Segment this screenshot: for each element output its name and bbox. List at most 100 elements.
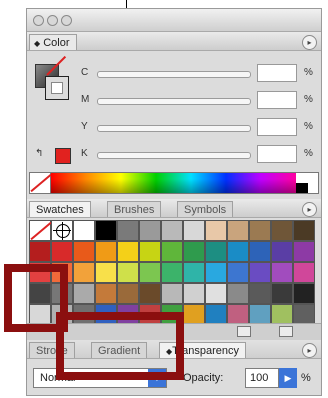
tab-color[interactable]: ◆ Color	[29, 34, 77, 50]
swatch-cell[interactable]	[205, 283, 227, 304]
channel-slider[interactable]	[97, 71, 251, 78]
channel-label: Y	[81, 121, 88, 132]
swatch-cell[interactable]	[139, 283, 161, 304]
channel-value-field[interactable]	[257, 118, 297, 136]
swatch-cell[interactable]	[205, 241, 227, 262]
none-color-button[interactable]	[30, 173, 51, 193]
swatch-cell[interactable]	[51, 241, 73, 262]
swatch-cell[interactable]	[293, 241, 315, 262]
swatch-cell[interactable]	[249, 262, 271, 283]
channel-label: K	[81, 148, 88, 159]
swatch-cell[interactable]	[271, 220, 293, 241]
swatch-cell[interactable]	[205, 304, 227, 325]
swatch-cell[interactable]	[29, 220, 52, 241]
swatch-cell[interactable]	[95, 262, 117, 283]
tab-toggle-icon: ◆	[34, 39, 41, 48]
tab-brushes[interactable]: Brushes	[107, 201, 162, 217]
swatch-cell[interactable]	[161, 283, 183, 304]
swatch-cell[interactable]	[293, 262, 315, 283]
swatch-cell[interactable]	[73, 262, 95, 283]
swatch-cell[interactable]	[73, 283, 95, 304]
swatch-cell[interactable]	[227, 304, 249, 325]
swatch-cell[interactable]	[183, 220, 205, 241]
tab-color-label: Color	[43, 37, 70, 49]
out-of-gamut-warning-icon[interactable]: ↰	[35, 148, 51, 164]
swatch-cell[interactable]	[139, 220, 161, 241]
swatch-cell[interactable]	[29, 241, 51, 262]
close-button[interactable]	[33, 15, 44, 26]
tab-swatches[interactable]: Swatches	[29, 201, 91, 217]
opacity-label: Opacity:	[183, 372, 224, 384]
channel-row-k: K %	[27, 145, 321, 165]
swatch-cell[interactable]	[117, 220, 139, 241]
zoom-button[interactable]	[61, 15, 72, 26]
window-titlebar[interactable]	[27, 9, 321, 32]
white-color-button[interactable]	[296, 173, 308, 183]
channel-value-field[interactable]	[257, 145, 297, 163]
out-of-gamut-color-swatch[interactable]	[55, 148, 71, 164]
channel-label: M	[81, 94, 90, 105]
swatch-cell[interactable]	[139, 241, 161, 262]
channel-value-field[interactable]	[257, 64, 297, 82]
swatch-cell[interactable]	[95, 220, 117, 241]
swatch-cell[interactable]	[117, 262, 139, 283]
channel-row-y: Y %	[27, 118, 321, 138]
swatch-cell[interactable]	[249, 283, 271, 304]
tab-symbols[interactable]: Symbols	[177, 201, 234, 217]
swatch-cell[interactable]	[183, 283, 205, 304]
black-color-button[interactable]	[296, 183, 308, 193]
channel-value-field[interactable]	[257, 91, 297, 109]
swatch-cell[interactable]	[249, 220, 271, 241]
color-panel: ◆ Color ▸ C % M % Y % K % ↰	[27, 32, 321, 198]
swatch-cell[interactable]	[271, 304, 293, 325]
swatch-cell[interactable]	[161, 220, 183, 241]
swatch-cell[interactable]	[227, 262, 249, 283]
delete-swatch-icon[interactable]	[279, 326, 293, 337]
color-spectrum-bar[interactable]	[29, 172, 319, 194]
swatch-cell[interactable]	[271, 283, 293, 304]
transparency-panel-menu-button[interactable]: ▸	[302, 343, 317, 358]
swatch-cell[interactable]	[161, 241, 183, 262]
swatch-cell[interactable]	[227, 241, 249, 262]
swatch-cell[interactable]	[205, 220, 227, 241]
channel-unit: %	[304, 67, 313, 78]
swatch-cell[interactable]	[139, 262, 161, 283]
swatch-cell[interactable]	[161, 262, 183, 283]
swatch-cell[interactable]	[73, 241, 95, 262]
color-tabrow: ◆ Color ▸	[27, 32, 321, 51]
swatch-cell[interactable]	[271, 262, 293, 283]
swatch-cell[interactable]	[73, 220, 95, 241]
swatch-cell[interactable]	[183, 241, 205, 262]
color-panel-menu-button[interactable]: ▸	[302, 35, 317, 50]
swatch-cell[interactable]	[183, 262, 205, 283]
swatch-cell[interactable]	[293, 220, 315, 241]
channel-row-m: M %	[27, 91, 321, 111]
channel-label: C	[81, 67, 89, 78]
swatch-cell[interactable]	[205, 262, 227, 283]
swatch-cell[interactable]	[227, 220, 249, 241]
swatch-cell[interactable]	[249, 304, 271, 325]
channel-slider[interactable]	[97, 98, 251, 105]
swatch-cell[interactable]	[117, 283, 139, 304]
channel-unit: %	[304, 148, 313, 159]
opacity-arrow-icon[interactable]: ▶	[279, 368, 297, 388]
swatch-cell[interactable]	[51, 220, 73, 241]
swatch-cell[interactable]	[227, 283, 249, 304]
swatch-cell[interactable]	[271, 241, 293, 262]
swatch-cell[interactable]	[117, 241, 139, 262]
swatches-panel-menu-button[interactable]: ▸	[302, 202, 317, 217]
swatch-cell[interactable]	[293, 283, 315, 304]
channel-row-c: C %	[27, 64, 321, 84]
swatches-tabrow: Swatches Brushes Symbols ▸	[27, 199, 321, 218]
spectrum-shade	[51, 173, 296, 193]
swatch-cell[interactable]	[293, 304, 315, 325]
opacity-input[interactable]: 100	[245, 368, 279, 388]
new-swatch-icon[interactable]	[237, 326, 251, 337]
minimize-button[interactable]	[47, 15, 58, 26]
swatch-cell[interactable]	[95, 283, 117, 304]
swatch-cell[interactable]	[249, 241, 271, 262]
channel-slider[interactable]	[97, 152, 251, 159]
channel-slider[interactable]	[97, 125, 251, 132]
swatch-cell[interactable]	[95, 241, 117, 262]
swatch-cell[interactable]	[183, 304, 205, 325]
